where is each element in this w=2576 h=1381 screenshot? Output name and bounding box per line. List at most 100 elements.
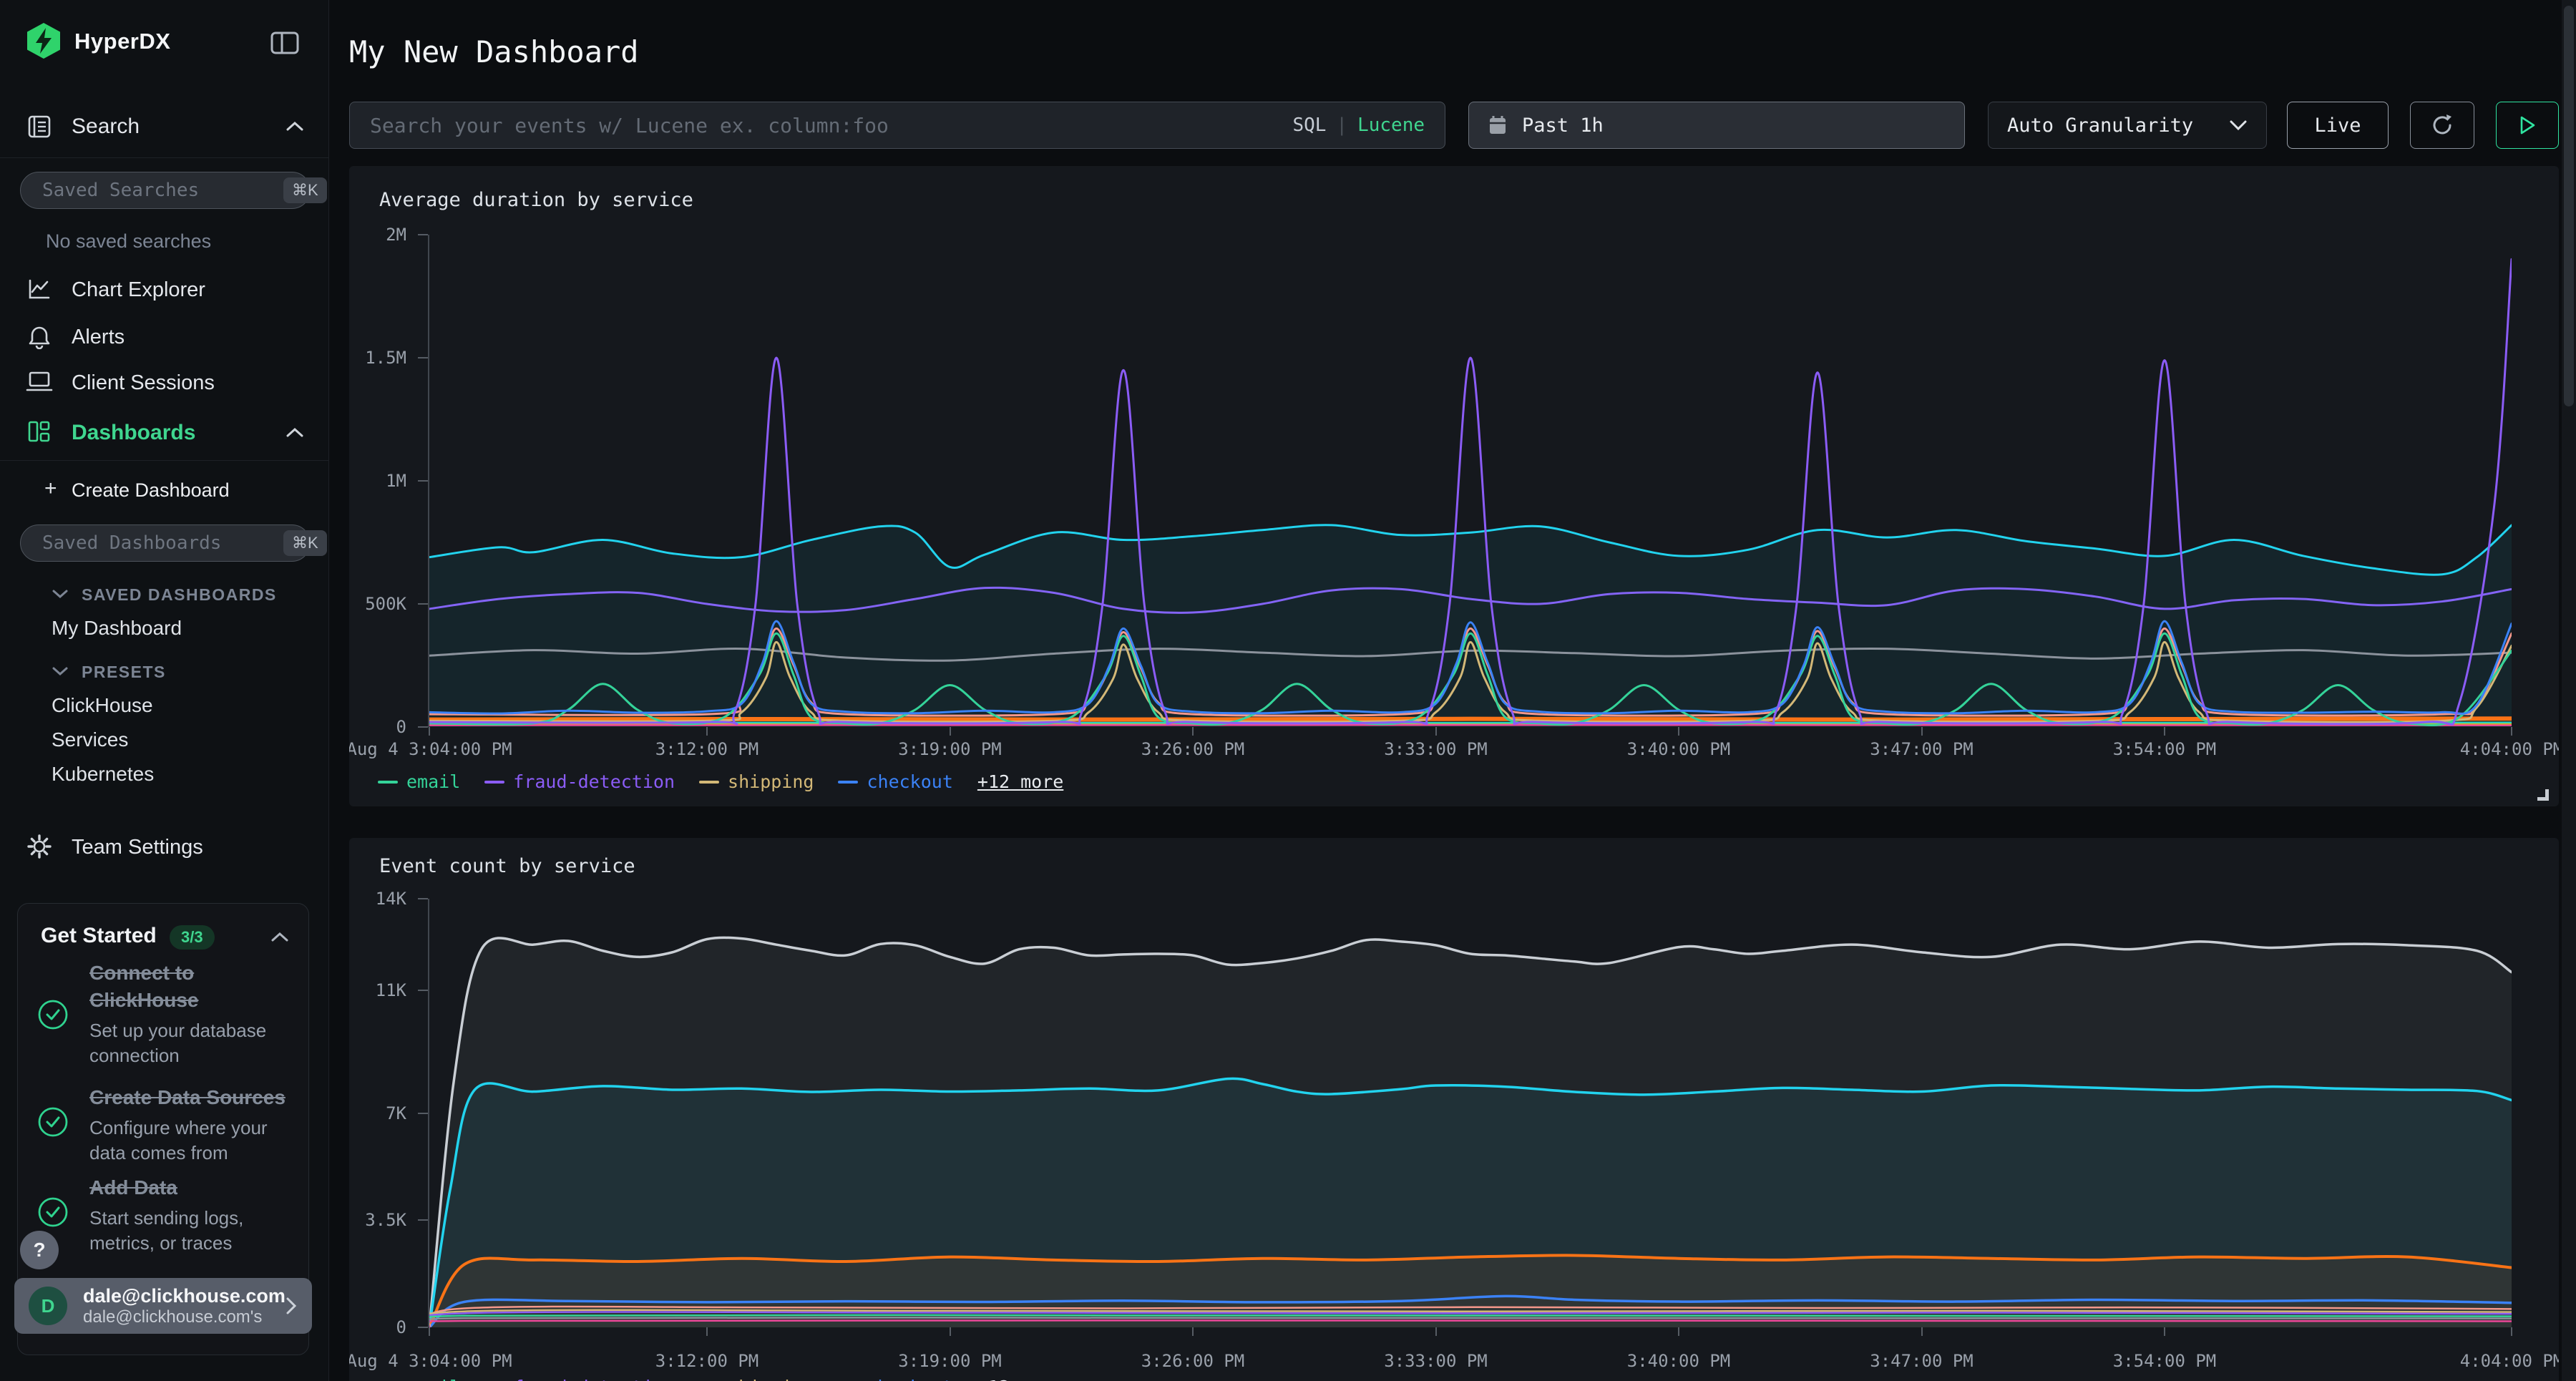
x-axis-tick-label: 3:54:00 PM (2050, 1350, 2279, 1372)
x-axis-tick-label: 3:19:00 PM (836, 1350, 1065, 1372)
calendar-icon (1488, 114, 1508, 136)
chevron-up-icon[interactable] (270, 931, 290, 944)
x-axis-tick (1192, 727, 1194, 736)
x-axis-tick-label: 3:12:00 PM (592, 738, 821, 760)
get-started-item[interactable]: Create Data Sources Configure where your… (89, 1084, 304, 1166)
chart-legend: email fraud-detection shipping checkout +12 … (378, 771, 1063, 792)
sidebar-item-services[interactable]: Services (52, 728, 128, 751)
get-started-item[interactable]: Connect to ClickHouse Set up your databa… (89, 960, 304, 1068)
legend-item[interactable]: checkout (838, 1377, 952, 1381)
sql-toggle[interactable]: SQL (1292, 114, 1326, 136)
nav-label: Client Sessions (72, 371, 215, 395)
granularity-select[interactable]: Auto Granularity (1988, 102, 2267, 149)
saved-searches-field[interactable] (42, 180, 283, 201)
gear-icon (26, 833, 53, 860)
x-axis-tick-label: 3:26:00 PM (1078, 738, 1307, 760)
sidebar-item-dashboards[interactable]: Dashboards (0, 414, 329, 451)
y-axis-tick (418, 480, 428, 482)
sidebar-item-chart-explorer[interactable]: Chart Explorer (0, 272, 329, 306)
saved-dashboards-field[interactable] (42, 532, 283, 554)
legend-dash (378, 781, 398, 784)
y-axis-tick-label: 14K (349, 888, 406, 909)
y-axis-tick (418, 1219, 428, 1221)
refresh-icon (2429, 112, 2455, 138)
play-button[interactable] (2496, 102, 2559, 149)
chart-lines (429, 235, 2512, 727)
search-section-icon (26, 113, 53, 140)
user-menu[interactable]: D dale@clickhouse.com dale@clickhouse.co… (14, 1278, 312, 1334)
y-axis-tick (418, 357, 428, 358)
sidebar-item-search[interactable]: Search (0, 109, 329, 147)
legend-dash (699, 781, 719, 784)
x-axis-tick (1921, 727, 1923, 736)
refresh-button[interactable] (2410, 102, 2474, 149)
x-axis-tick-label: 3:40:00 PM (1564, 1350, 1793, 1372)
saved-dashboards-group[interactable]: SAVED DASHBOARDS (0, 581, 329, 610)
legend-more-link[interactable]: +12 more (977, 1377, 1063, 1381)
chevron-up-icon (285, 426, 305, 439)
group-label: SAVED DASHBOARDS (82, 585, 277, 605)
lucene-toggle[interactable]: Lucene (1357, 114, 1425, 136)
x-axis-tick (1435, 1327, 1437, 1336)
y-axis-tick-label: 500K (349, 593, 406, 615)
x-axis-tick (429, 727, 430, 736)
saved-dashboards-input[interactable]: ⌘K (20, 524, 311, 562)
x-axis-tick-label: 3:19:00 PM (836, 738, 1065, 760)
check-circle-icon (36, 1106, 69, 1138)
y-axis-tick-label: 1M (349, 470, 406, 492)
sidebar-item-client-sessions[interactable]: Client Sessions (0, 365, 329, 399)
avatar: D (29, 1287, 67, 1325)
task-desc: Configure where your data comes from (89, 1116, 304, 1166)
sidebar-item-team-settings[interactable]: Team Settings (0, 829, 329, 864)
chart-panel-average-duration: Average duration by service2M1.5M1M500K0… (349, 166, 2559, 806)
scrollbar-thumb[interactable] (2564, 6, 2574, 406)
page-title: My New Dashboard (349, 34, 639, 69)
panel-resize-handle[interactable] (2537, 789, 2549, 801)
x-axis-tick (429, 1327, 430, 1336)
event-search-input[interactable] (370, 114, 1292, 137)
presets-group[interactable]: PRESETS (0, 658, 329, 687)
legend-item[interactable]: shipping (699, 1377, 814, 1381)
chart-lines (429, 899, 2512, 1327)
x-axis-tick-label: Aug 4 3:04:00 PM (349, 738, 544, 760)
sidebar-item-alerts[interactable]: Alerts (0, 319, 329, 353)
legend-item[interactable]: shipping (699, 771, 814, 792)
main-content: My New Dashboard SQL | Lucene Past 1h Au… (330, 0, 2562, 1381)
legend-item[interactable]: checkout (838, 771, 952, 792)
shortcut-badge: ⌘K (283, 530, 327, 556)
legend-item[interactable]: email (378, 771, 460, 792)
saved-searches-input[interactable]: ⌘K (20, 172, 311, 209)
shortcut-badge: ⌘K (283, 177, 327, 203)
live-button[interactable]: Live (2287, 102, 2389, 149)
x-axis-tick (950, 727, 951, 736)
x-axis-tick-label: 4:04:00 PM (2397, 738, 2559, 760)
x-axis-tick (950, 1327, 951, 1336)
legend-item[interactable]: fraud-detection (484, 1377, 675, 1381)
get-started-badge: 3/3 (170, 925, 215, 950)
legend-label: email (406, 771, 460, 792)
x-axis-tick-label: 3:54:00 PM (2050, 738, 2279, 760)
sidebar-item-clickhouse[interactable]: ClickHouse (52, 694, 153, 717)
page-scrollbar[interactable] (2562, 0, 2576, 1381)
event-search-bar[interactable]: SQL | Lucene (349, 102, 1445, 149)
get-started-item[interactable]: Add Data Start sending logs, metrics, or… (89, 1174, 304, 1256)
legend-more-link[interactable]: +12 more (977, 771, 1063, 792)
time-range-picker[interactable]: Past 1h (1468, 102, 1965, 149)
no-saved-searches-text: No saved searches (46, 230, 211, 253)
check-circle-icon (36, 998, 69, 1031)
help-button[interactable]: ? (20, 1231, 59, 1269)
y-axis-tick-label: 1.5M (349, 347, 406, 369)
chevron-down-icon (52, 665, 69, 677)
hyperdx-logo-icon (24, 21, 63, 60)
sidebar-item-my-dashboard[interactable]: My Dashboard (52, 617, 182, 640)
legend-label: fraud-detection (513, 771, 675, 792)
legend-item[interactable]: fraud-detection (484, 771, 675, 792)
time-range-value: Past 1h (1522, 114, 1604, 137)
task-title: Connect to ClickHouse (89, 960, 304, 1014)
create-dashboard-button[interactable]: + Create Dashboard (0, 474, 329, 505)
legend-item[interactable]: email (378, 1377, 460, 1381)
x-axis-tick (2511, 1327, 2512, 1336)
sidebar-collapse-icon[interactable] (270, 30, 299, 56)
sidebar-item-kubernetes[interactable]: Kubernetes (52, 763, 154, 786)
x-axis-tick-label: 3:40:00 PM (1564, 738, 1793, 760)
